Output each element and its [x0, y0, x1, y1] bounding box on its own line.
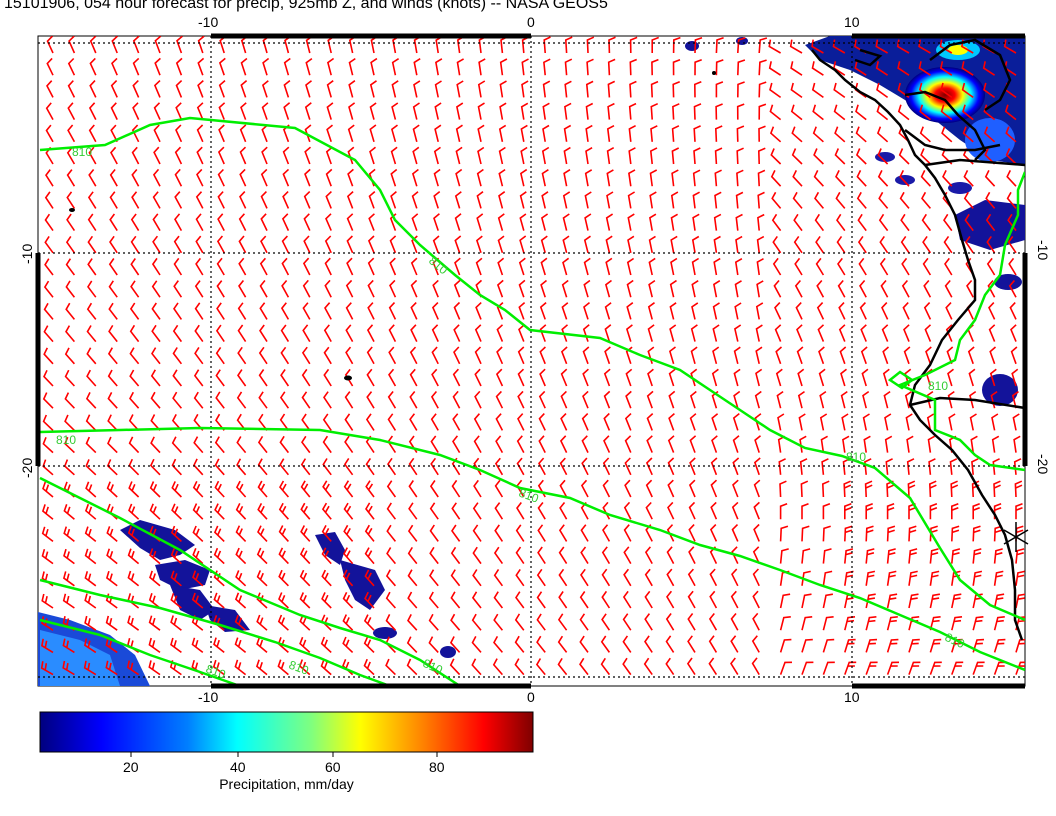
colorbar	[39, 711, 534, 753]
x-tick-bottom-2: 10	[844, 689, 860, 705]
colorbar-tick-80: 80	[429, 759, 445, 775]
colorbar-tick-40: 40	[230, 759, 246, 775]
svg-text:810: 810	[928, 379, 948, 393]
x-tick-top-2: 10	[844, 14, 860, 30]
y-tick-right-0: -10	[1035, 240, 1051, 260]
colorbar-label: Precipitation, mm/day	[219, 776, 354, 792]
colorbar-tick-60: 60	[325, 759, 341, 775]
y-tick-left-1: -20	[19, 458, 35, 478]
x-tick-bottom-1: 0	[527, 689, 535, 705]
x-tick-top-0: -10	[198, 14, 218, 30]
svg-text:810: 810	[56, 433, 76, 447]
colorbar-tick-20: 20	[123, 759, 139, 775]
colorbar-ticks	[130, 752, 438, 757]
x-tick-bottom-0: -10	[198, 689, 218, 705]
x-tick-top-1: 0	[527, 14, 535, 30]
y-tick-left-0: -10	[19, 244, 35, 264]
svg-text:810: 810	[72, 145, 92, 159]
svg-text:810: 810	[846, 450, 866, 464]
y-tick-right-1: -20	[1035, 454, 1051, 474]
forecast-map: 810 810 810 810 810 810 810 810 810 810 …	[19, 14, 1051, 775]
